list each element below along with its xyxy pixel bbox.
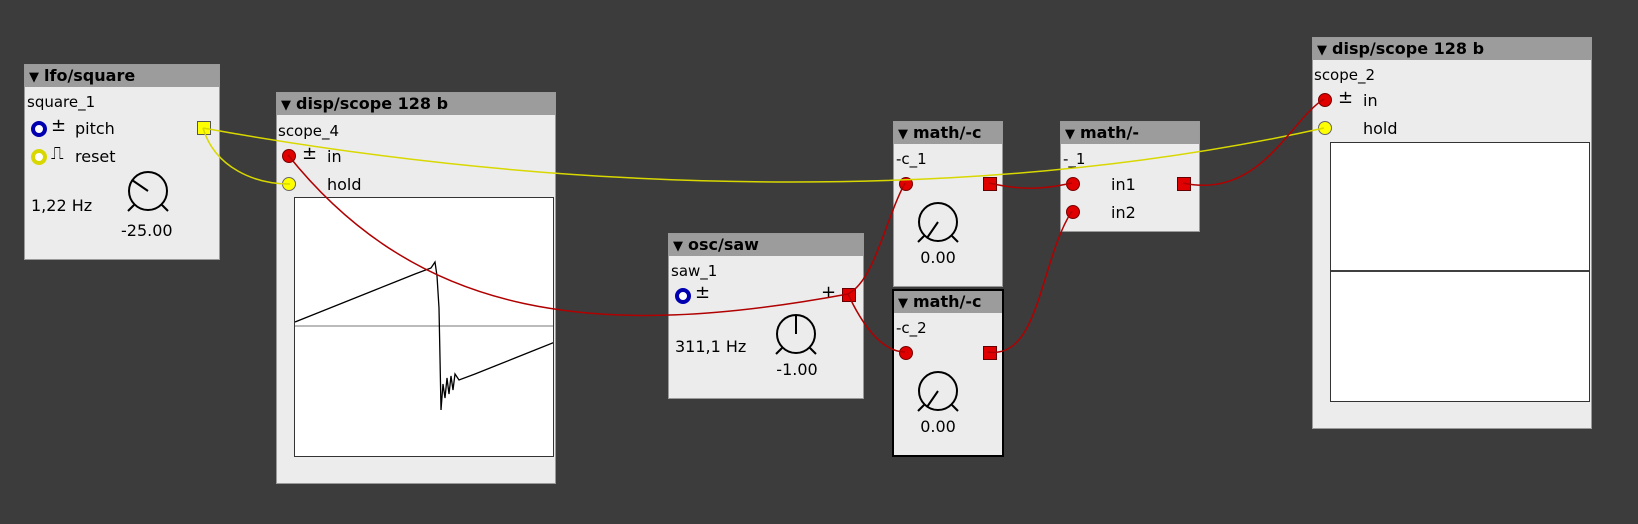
object-header[interactable]: ▼ disp/scope 128 b	[277, 93, 555, 115]
frequency-readout: 1,22 Hz	[31, 196, 93, 215]
in2-label: in2	[1111, 203, 1136, 222]
math-minus-object[interactable]: ▼ math/- -_1 in1 in2	[1060, 121, 1200, 232]
out-outlet[interactable]	[983, 177, 997, 191]
instance-name[interactable]: square_1	[27, 93, 95, 111]
instance-name[interactable]: -c_1	[896, 150, 927, 168]
lfo-square-object[interactable]: ▼ lfo/square square_1 ± pitch ⎍ reset 1,2…	[24, 64, 220, 260]
object-header[interactable]: ▼ lfo/square	[25, 65, 219, 87]
out-outlet[interactable]	[1177, 177, 1191, 191]
scope-4-object[interactable]: ▼ disp/scope 128 b scope_4 ± in hold	[276, 92, 556, 484]
pitch-inlet[interactable]	[675, 288, 691, 304]
collapse-triangle-icon[interactable]: ▼	[1317, 43, 1327, 58]
object-header[interactable]: ▼ disp/scope 128 b	[1313, 38, 1591, 60]
in-label: in	[327, 147, 342, 166]
collapse-triangle-icon[interactable]: ▼	[281, 98, 291, 113]
math-minus-c-1-object[interactable]: ▼ math/-c -c_1 0.00	[893, 121, 1003, 287]
osc-saw-object[interactable]: ▼ osc/saw saw_1 ± + 311,1 Hz -1.00	[668, 233, 864, 399]
scope-2-object[interactable]: ▼ disp/scope 128 b scope_2 ± in hold	[1312, 37, 1592, 429]
collapse-triangle-icon[interactable]: ▼	[673, 239, 683, 254]
knob-icon[interactable]	[123, 169, 173, 219]
gate-icon: ⎍	[51, 143, 64, 164]
knob-value: -25.00	[121, 221, 173, 240]
object-type: lfo/square	[44, 66, 136, 85]
instance-name[interactable]: scope_4	[278, 122, 339, 140]
plusminus-icon: ±	[51, 115, 67, 136]
object-header[interactable]: ▼ math/-	[1061, 122, 1199, 144]
instance-name[interactable]: -c_2	[896, 319, 927, 337]
in1-label: in1	[1111, 175, 1136, 194]
object-type: disp/scope 128 b	[296, 94, 449, 113]
patch-canvas[interactable]: ▼ lfo/square square_1 ± pitch ⎍ reset 1,2…	[0, 0, 1638, 524]
reset-label: reset	[75, 147, 116, 166]
in-inlet[interactable]	[899, 346, 913, 360]
collapse-triangle-icon[interactable]: ▼	[29, 70, 39, 85]
object-header[interactable]: ▼ math/-c	[894, 291, 1002, 313]
object-type: math/-c	[913, 292, 982, 311]
object-header[interactable]: ▼ math/-c	[894, 122, 1002, 144]
knob-icon[interactable]	[913, 200, 963, 250]
object-header[interactable]: ▼ osc/saw	[669, 234, 863, 256]
reset-inlet[interactable]	[31, 149, 47, 165]
in-inlet[interactable]	[282, 149, 296, 163]
in2-inlet[interactable]	[1066, 205, 1080, 219]
instance-name[interactable]: scope_2	[1314, 66, 1375, 84]
math-minus-c-2-object[interactable]: ▼ math/-c -c_2 0.00	[892, 289, 1004, 457]
scope-display	[1330, 142, 1590, 402]
wave-outlet[interactable]	[842, 288, 856, 302]
instance-name[interactable]: -_1	[1063, 150, 1085, 168]
pitch-inlet[interactable]	[31, 121, 47, 137]
in-inlet[interactable]	[899, 177, 913, 191]
hold-label: hold	[1363, 119, 1398, 138]
knob-value: 0.00	[920, 417, 956, 436]
frequency-readout: 311,1 Hz	[675, 337, 747, 356]
object-type: osc/saw	[688, 235, 759, 254]
object-type: math/-c	[913, 123, 982, 142]
object-type: disp/scope 128 b	[1332, 39, 1485, 58]
plusminus-icon: ±	[1338, 87, 1354, 108]
knob-value: -1.00	[776, 360, 818, 379]
collapse-triangle-icon[interactable]: ▼	[898, 127, 908, 142]
scope-display	[294, 197, 554, 457]
hold-inlet[interactable]	[1318, 121, 1332, 135]
square-outlet[interactable]	[197, 121, 211, 135]
hold-label: hold	[327, 175, 362, 194]
collapse-triangle-icon[interactable]: ▼	[898, 296, 908, 311]
object-type: math/-	[1080, 123, 1139, 142]
in-label: in	[1363, 91, 1378, 110]
in-inlet[interactable]	[1318, 93, 1332, 107]
hold-inlet[interactable]	[282, 177, 296, 191]
knob-value: 0.00	[920, 248, 956, 267]
collapse-triangle-icon[interactable]: ▼	[1065, 127, 1075, 142]
plus-icon: +	[821, 282, 837, 303]
in1-inlet[interactable]	[1066, 177, 1080, 191]
instance-name[interactable]: saw_1	[671, 262, 717, 280]
knob-icon[interactable]	[913, 369, 963, 419]
out-outlet[interactable]	[983, 346, 997, 360]
pitch-label: pitch	[75, 119, 115, 138]
knob-icon[interactable]	[771, 312, 821, 362]
plusminus-icon: ±	[695, 282, 711, 303]
plusminus-icon: ±	[302, 143, 318, 164]
